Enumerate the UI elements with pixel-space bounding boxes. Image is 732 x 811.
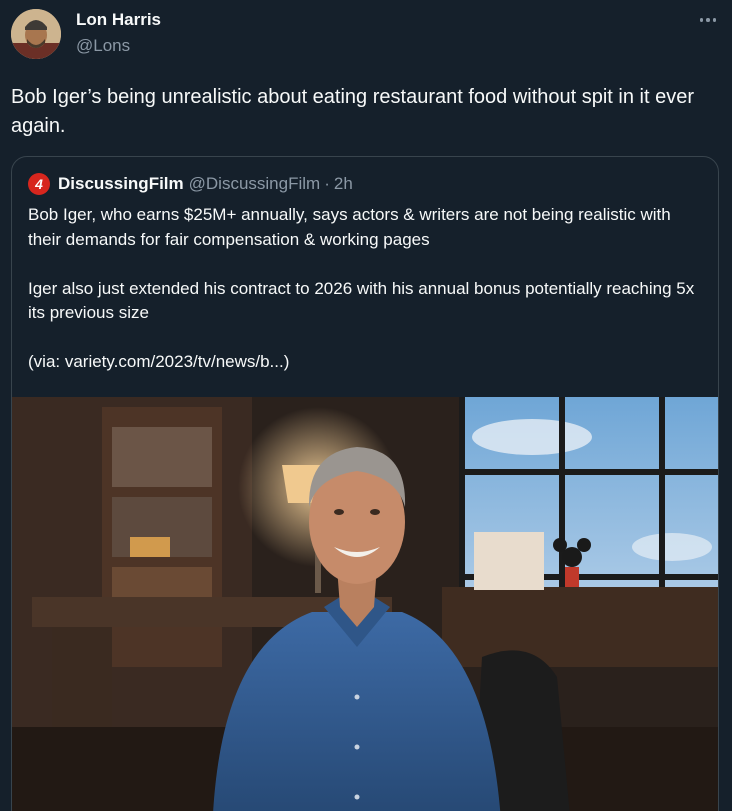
quoted-tweet-card[interactable]: 4 DiscussingFilm @DiscussingFilm · 2h Bo… [11,156,719,811]
quoted-tweet-photo[interactable] [12,397,718,811]
photo-man-in-office [12,397,718,811]
tweet-text: Bob Iger’s being unrealistic about eatin… [11,86,695,137]
avatar-image [11,9,61,59]
quoted-tweet-text: Bob Iger, who earns $25M+ annually, says… [28,205,695,371]
more-horizontal-icon-dot [712,18,717,22]
discussingfilm-logo-icon: 4 [28,173,50,195]
more-horizontal-icon [699,18,704,22]
quoted-author-name[interactable]: DiscussingFilm [58,174,184,194]
quoted-timestamp[interactable]: 2h [334,174,353,194]
author-handle[interactable]: @Lons [76,36,130,56]
author-avatar[interactable] [11,9,61,59]
more-horizontal-icon-dot [706,18,710,22]
quoted-author-handle[interactable]: @DiscussingFilm [189,174,321,194]
more-options-button[interactable] [694,8,722,32]
separator-dot: · [324,174,330,193]
tweet: Lon Harris @Lons Bob Iger’s being unreal… [0,0,732,811]
author-name[interactable]: Lon Harris [76,10,161,30]
quoted-tweet-header: 4 DiscussingFilm @DiscussingFilm · 2h [28,173,353,195]
